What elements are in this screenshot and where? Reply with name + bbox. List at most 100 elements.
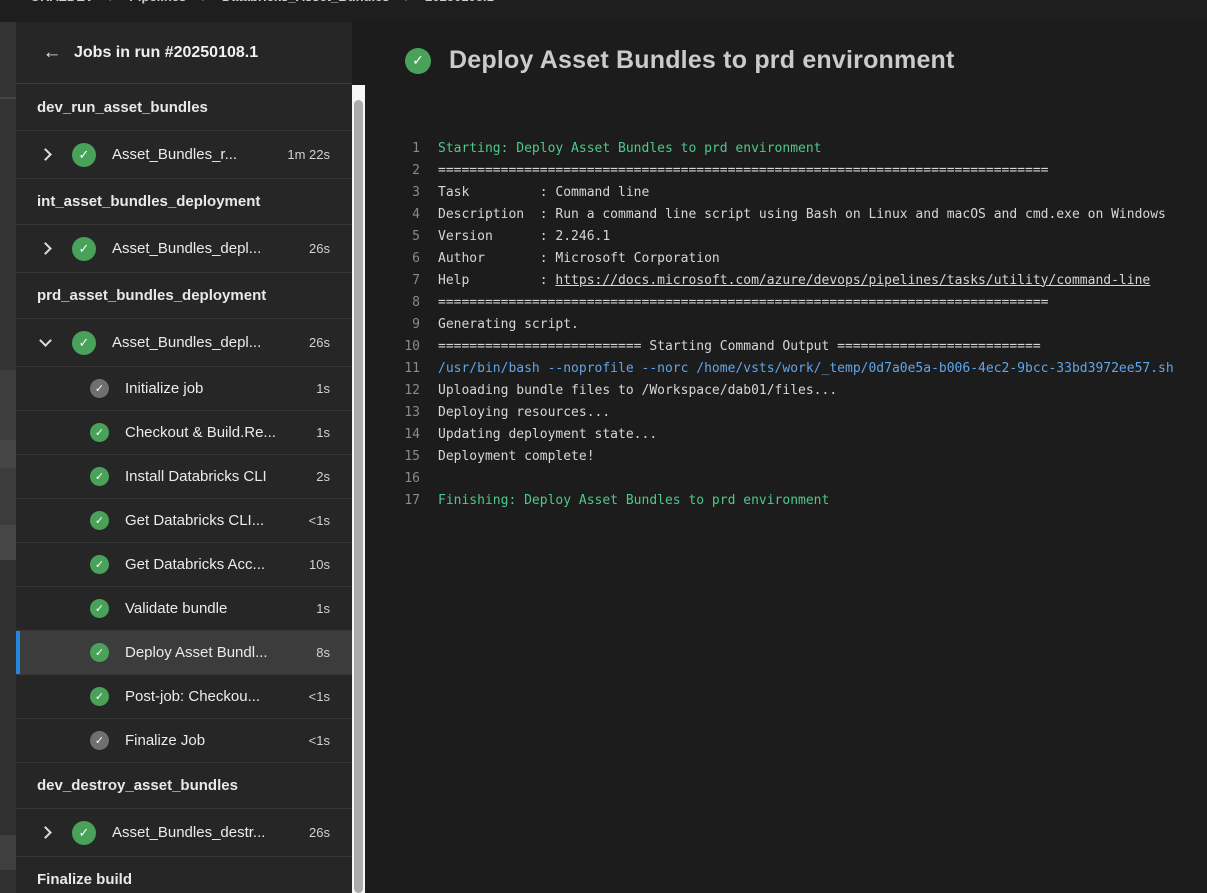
step-label: Get Databricks CLI... xyxy=(125,512,264,529)
line-number[interactable]: 17 xyxy=(365,493,420,508)
stage-label-row: Finalize build xyxy=(16,856,352,893)
log-text: ========================== Starting Comm… xyxy=(438,339,1041,354)
chevron-down-icon[interactable] xyxy=(39,334,52,347)
status-neutral-icon: ✓ xyxy=(90,379,109,398)
line-number[interactable]: 7 xyxy=(365,273,420,288)
line-number[interactable]: 14 xyxy=(365,427,420,442)
breadcrumb-item[interactable]: ORAZDEV xyxy=(30,0,94,4)
breadcrumb-bar: ORAZDEV / Pipelines / Databricks_Asset_Bundl… xyxy=(0,0,1207,22)
page-edge-strip xyxy=(0,22,16,893)
job-label: Asset_Bundles_destr... xyxy=(112,824,265,841)
breadcrumb-separator: / xyxy=(202,0,206,4)
duration-label: 8s xyxy=(316,645,352,660)
line-number[interactable]: 1 xyxy=(365,141,420,156)
log-text: Author : Microsoft Corporation xyxy=(438,251,720,266)
chevron-right-icon[interactable] xyxy=(39,242,52,255)
log-text: Deploying resources... xyxy=(438,405,610,420)
line-number[interactable]: 12 xyxy=(365,383,420,398)
duration-label: 26s xyxy=(309,241,352,256)
line-number[interactable]: 13 xyxy=(365,405,420,420)
step-label: Install Databricks CLI xyxy=(125,468,267,485)
step-label: Checkout & Build.Re... xyxy=(125,424,276,441)
line-number[interactable]: 15 xyxy=(365,449,420,464)
line-number[interactable]: 9 xyxy=(365,317,420,332)
step-row[interactable]: ✓Install Databricks CLI2s xyxy=(16,454,352,498)
stage-label: dev_run_asset_bundles xyxy=(37,99,208,116)
line-number[interactable]: 2 xyxy=(365,163,420,178)
log-line: 11/usr/bin/bash --noprofile --norc /home… xyxy=(365,357,1207,379)
duration-label: 26s xyxy=(309,825,352,840)
chevron-right-icon[interactable] xyxy=(39,148,52,161)
step-label: Initialize job xyxy=(125,380,203,397)
log-line: 6 Author : Microsoft Corporation xyxy=(365,247,1207,269)
log-line: 15 Deployment complete! xyxy=(365,445,1207,467)
log-line: 4Description : Run a command line script… xyxy=(365,203,1207,225)
breadcrumb-item[interactable]: 20250108.1 xyxy=(425,0,494,4)
job-label: Asset_Bundles_r... xyxy=(112,146,237,163)
back-arrow-icon[interactable]: ← xyxy=(38,39,66,67)
job-label: Asset_Bundles_depl... xyxy=(112,334,261,351)
step-row[interactable]: ✓Post-job: Checkou...<1s xyxy=(16,674,352,718)
stage-label-row: dev_destroy_asset_bundles xyxy=(16,762,352,808)
job-row[interactable]: ✓Asset_Bundles_r...1m 22s xyxy=(16,130,352,178)
log-text: Uploading bundle files to /Workspace/dab… xyxy=(438,383,837,398)
log-text: Updating deployment state... xyxy=(438,427,657,442)
job-row[interactable]: ✓Asset_Bundles_destr...26s xyxy=(16,808,352,856)
step-label: Validate bundle xyxy=(125,600,227,617)
step-label: Get Databricks Acc... xyxy=(125,556,265,573)
log-text: Task : Command line xyxy=(438,185,649,200)
log-line: 1Starting: Deploy Asset Bundles to prd e… xyxy=(365,137,1207,159)
job-row[interactable]: ✓Asset_Bundles_depl...26s xyxy=(16,318,352,366)
status-success-icon: ✓ xyxy=(90,511,109,530)
step-row[interactable]: ✓ Validate bundle 1s xyxy=(16,586,352,630)
log-text: Deployment complete! xyxy=(438,449,595,464)
duration-label: 1s xyxy=(316,601,352,616)
line-number[interactable]: 6 xyxy=(365,251,420,266)
status-neutral-icon: ✓ xyxy=(90,731,109,750)
stage-label-row: prd_asset_bundles_deployment xyxy=(16,272,352,318)
log-line: 3 Task : Command line xyxy=(365,181,1207,203)
log-line: 8=======================================… xyxy=(365,291,1207,313)
job-row[interactable]: ✓Asset_Bundles_depl...26s xyxy=(16,224,352,272)
sidebar-title: Jobs in run #20250108.1 xyxy=(74,44,258,62)
duration-label: 1m 22s xyxy=(287,147,352,162)
log-text: Finishing: Deploy Asset Bundles to prd e… xyxy=(438,493,829,508)
status-success-icon: ✓ xyxy=(72,331,96,355)
log-line: 14 Updating deployment state... xyxy=(365,423,1207,445)
duration-label: 1s xyxy=(316,425,352,440)
line-number[interactable]: 10 xyxy=(365,339,420,354)
breadcrumb-item[interactable]: Pipelines xyxy=(129,0,186,4)
step-row[interactable]: ✓Deploy Asset Bundl...8s xyxy=(16,630,352,674)
status-success-icon: ✓ xyxy=(90,555,109,574)
line-number[interactable]: 8 xyxy=(365,295,420,310)
stage-label-row: int_asset_bundles_deployment xyxy=(16,178,352,224)
log-viewer: 1Starting: Deploy Asset Bundles to prd e… xyxy=(365,137,1207,511)
step-row[interactable]: ✓Get Databricks CLI...<1s xyxy=(16,498,352,542)
sidebar-scrollbar-thumb[interactable] xyxy=(354,100,363,893)
breadcrumb-separator: / xyxy=(110,0,114,4)
line-number[interactable]: 4 xyxy=(365,207,420,222)
breadcrumb-item[interactable]: Databricks_Asset_Bundles xyxy=(222,0,390,4)
breadcrumb: ORAZDEV / Pipelines / Databricks_Asset_Bundl… xyxy=(30,0,494,4)
jobs-sidebar: ← Jobs in run #20250108.1 dev_run_asset_… xyxy=(16,22,352,893)
step-row[interactable]: ✓Get Databricks Acc...10s xyxy=(16,542,352,586)
duration-label: <1s xyxy=(309,733,352,748)
log-line: 7Help : https://docs.microsoft.com/azure… xyxy=(365,269,1207,291)
log-text: ========================================… xyxy=(438,163,1048,178)
step-row[interactable]: ✓Checkout & Build.Re...1s xyxy=(16,410,352,454)
status-success-icon: ✓ xyxy=(90,599,109,618)
step-row[interactable]: ✓Initialize job1s xyxy=(16,366,352,410)
breadcrumb-separator: / xyxy=(406,0,410,4)
step-row[interactable]: ✓Finalize Job<1s xyxy=(16,718,352,762)
log-line: 13 Deploying resources... xyxy=(365,401,1207,423)
chevron-right-icon[interactable] xyxy=(39,826,52,839)
job-list: dev_run_asset_bundles ✓ Asset_Bundles_r...… xyxy=(16,84,352,893)
main-panel: ✓ Deploy Asset Bundles to prd environmen… xyxy=(365,22,1207,893)
line-number[interactable]: 5 xyxy=(365,229,420,244)
sidebar-scrollbar-track[interactable] xyxy=(352,85,365,893)
line-number[interactable]: 3 xyxy=(365,185,420,200)
line-number[interactable]: 11 xyxy=(365,361,420,376)
line-number[interactable]: 16 xyxy=(365,471,420,486)
help-link[interactable]: https://docs.microsoft.com/azure/devops/… xyxy=(555,273,1150,288)
stage-label: int_asset_bundles_deployment xyxy=(37,193,260,210)
